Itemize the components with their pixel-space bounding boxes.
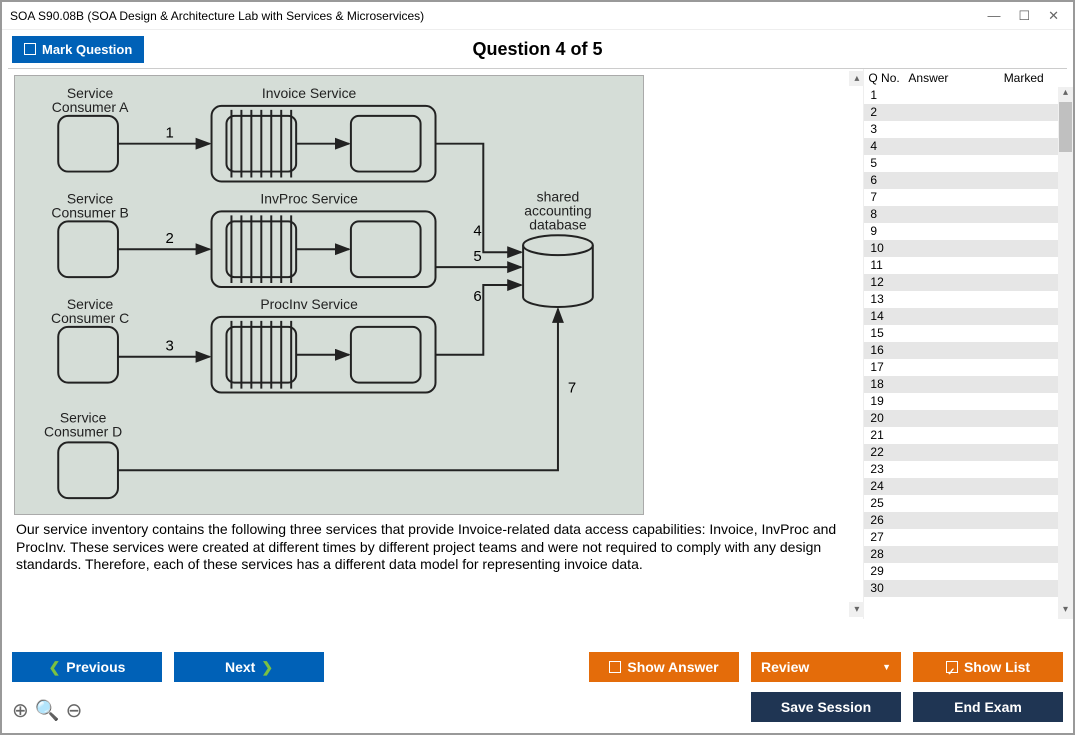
question-list-panel: Q No. Answer Marked 12345678910111213141…	[863, 69, 1073, 619]
question-row[interactable]: 29	[864, 563, 1058, 580]
question-content: ▴ ServiceConsumer A Invoice Service Serv…	[8, 69, 863, 619]
question-row[interactable]: 11	[864, 257, 1058, 274]
save-session-label: Save Session	[781, 699, 871, 715]
question-row[interactable]: 20	[864, 410, 1058, 427]
topbar: Mark Question Question 4 of 5	[2, 30, 1073, 68]
titlebar: SOA S90.08B (SOA Design & Architecture L…	[2, 2, 1073, 30]
conn-label-1: 1	[166, 125, 174, 142]
svg-text:ServiceConsumer B: ServiceConsumer B	[51, 190, 128, 220]
svg-text:ServiceConsumer C: ServiceConsumer C	[51, 296, 129, 326]
button-row-1: ❮ Previous Next ❯ Show Answer Review ▼ S…	[12, 652, 1063, 682]
chevron-right-icon: ❯	[261, 659, 273, 676]
footer: ❮ Previous Next ❯ Show Answer Review ▼ S…	[2, 646, 1073, 733]
end-exam-label: End Exam	[954, 699, 1022, 715]
question-row[interactable]: 25	[864, 495, 1058, 512]
question-row[interactable]: 14	[864, 308, 1058, 325]
col-answer: Answer	[908, 71, 978, 85]
col-qno: Q No.	[868, 71, 908, 85]
question-row[interactable]: 19	[864, 393, 1058, 410]
next-button[interactable]: Next ❯	[174, 652, 324, 682]
scroll-down-icon[interactable]: ▾	[1058, 604, 1073, 619]
question-row[interactable]: 9	[864, 223, 1058, 240]
dropdown-icon: ▼	[882, 662, 891, 672]
conn-label-7: 7	[568, 380, 576, 397]
question-title: Question 4 of 5	[472, 39, 602, 60]
question-row[interactable]: 16	[864, 342, 1058, 359]
question-list-scrollbar[interactable]: ▴ ▾	[1058, 87, 1073, 619]
mark-question-button[interactable]: Mark Question	[12, 36, 144, 63]
review-button[interactable]: Review ▼	[751, 652, 901, 682]
question-list: 1234567891011121314151617181920212223242…	[864, 87, 1073, 619]
zoom-in-icon[interactable]: ⊕	[12, 698, 29, 723]
svg-text:ServiceConsumer D: ServiceConsumer D	[44, 409, 122, 439]
maximize-icon[interactable]: ☐	[1018, 8, 1030, 24]
content-scroll-down[interactable]: ▾	[849, 602, 864, 617]
show-list-button[interactable]: Show List	[913, 652, 1063, 682]
question-row[interactable]: 26	[864, 512, 1058, 529]
zoom-out-icon[interactable]: ⊖	[66, 698, 83, 723]
question-row[interactable]: 7	[864, 189, 1058, 206]
question-row[interactable]: 15	[864, 325, 1058, 342]
show-list-label: Show List	[964, 659, 1030, 675]
window-controls: — ☐ ✕	[987, 8, 1065, 24]
window-title: SOA S90.08B (SOA Design & Architecture L…	[10, 9, 987, 23]
question-row[interactable]: 5	[864, 155, 1058, 172]
question-text: Our service inventory contains the follo…	[14, 515, 857, 574]
review-label: Review	[761, 659, 809, 675]
question-row[interactable]: 4	[864, 138, 1058, 155]
zoom-controls: ⊕ 🔍 ⊖	[12, 698, 82, 723]
question-row[interactable]: 21	[864, 427, 1058, 444]
conn-label-3: 3	[166, 338, 174, 355]
show-answer-button[interactable]: Show Answer	[589, 652, 739, 682]
col-marked: Marked	[978, 71, 1069, 85]
content-scroll-up[interactable]: ▴	[849, 71, 864, 86]
mark-question-label: Mark Question	[42, 42, 132, 57]
question-row[interactable]: 18	[864, 376, 1058, 393]
show-list-checkbox-icon	[946, 661, 958, 673]
conn-label-4: 4	[473, 222, 481, 239]
end-exam-button[interactable]: End Exam	[913, 692, 1063, 722]
question-row[interactable]: 22	[864, 444, 1058, 461]
scroll-up-icon[interactable]: ▴	[1058, 87, 1073, 102]
question-row[interactable]: 28	[864, 546, 1058, 563]
scroll-thumb[interactable]	[1059, 102, 1072, 152]
conn-label-6: 6	[473, 288, 481, 305]
chevron-left-icon: ❮	[49, 659, 61, 676]
zoom-reset-icon[interactable]: 🔍	[35, 698, 60, 723]
show-answer-label: Show Answer	[627, 659, 718, 675]
question-row[interactable]: 2	[864, 104, 1058, 121]
question-row[interactable]: 27	[864, 529, 1058, 546]
question-row[interactable]: 23	[864, 461, 1058, 478]
svg-text:sharedaccountingdatabase: sharedaccountingdatabase	[524, 188, 591, 232]
question-row[interactable]: 24	[864, 478, 1058, 495]
close-icon[interactable]: ✕	[1048, 8, 1059, 24]
question-row[interactable]: 12	[864, 274, 1058, 291]
show-answer-checkbox-icon	[609, 661, 621, 673]
invproc-service-label: InvProc Service	[260, 190, 358, 206]
question-row[interactable]: 1	[864, 87, 1058, 104]
question-row[interactable]: 10	[864, 240, 1058, 257]
svg-text:ServiceConsumer A: ServiceConsumer A	[52, 85, 129, 115]
previous-label: Previous	[66, 659, 125, 675]
question-row[interactable]: 6	[864, 172, 1058, 189]
question-diagram: ServiceConsumer A Invoice Service Servic…	[14, 75, 644, 515]
procinv-service-label: ProcInv Service	[260, 296, 358, 312]
save-session-button[interactable]: Save Session	[751, 692, 901, 722]
main-pane: ▴ ServiceConsumer A Invoice Service Serv…	[2, 69, 1073, 619]
mark-checkbox-icon	[24, 43, 36, 55]
question-row[interactable]: 3	[864, 121, 1058, 138]
invoice-service-label: Invoice Service	[262, 85, 357, 101]
minimize-icon[interactable]: —	[987, 8, 1000, 23]
question-row[interactable]: 8	[864, 206, 1058, 223]
question-row[interactable]: 13	[864, 291, 1058, 308]
question-list-header: Q No. Answer Marked	[864, 69, 1073, 87]
conn-label-5: 5	[473, 248, 481, 265]
question-row[interactable]: 17	[864, 359, 1058, 376]
next-label: Next	[225, 659, 255, 675]
previous-button[interactable]: ❮ Previous	[12, 652, 162, 682]
conn-label-2: 2	[166, 230, 174, 247]
question-row[interactable]: 30	[864, 580, 1058, 597]
